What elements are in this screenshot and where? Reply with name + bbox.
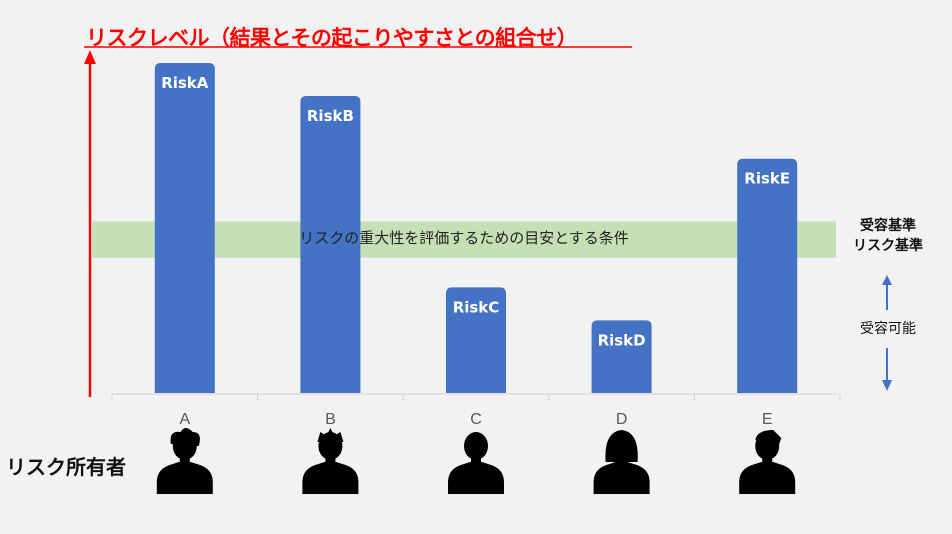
category-label: B: [325, 411, 336, 428]
person-side-part-icon: [739, 430, 796, 494]
bar-label: RiskD: [598, 331, 646, 349]
bar-label: RiskB: [307, 107, 354, 125]
category-label: D: [616, 411, 628, 428]
person-woman-icon: [593, 430, 650, 494]
criteria-label: 受容基準 リスク基準: [833, 215, 943, 255]
person-spiky-hair-icon: [302, 428, 359, 494]
criteria-line-2: リスク基準: [853, 238, 923, 254]
arrow-down-icon: [882, 380, 892, 391]
bar-label: RiskC: [453, 298, 500, 316]
chart-title: リスクレベル（結果とその起こりやすさとの組合せ）: [86, 26, 578, 50]
person-short-hair-icon: [448, 432, 504, 494]
category-label: C: [470, 411, 482, 428]
y-axis-arrowhead: [84, 50, 96, 64]
bar-label: RiskE: [744, 170, 790, 188]
category-label: E: [762, 411, 773, 428]
bar-label: RiskA: [161, 74, 209, 92]
bar-e: [737, 158, 798, 393]
category-label: A: [179, 411, 190, 428]
person-curly-hair-icon: [156, 428, 213, 494]
risk-bar-chart: RiskA RiskB RiskC RiskD RiskE A B C D E: [84, 46, 892, 494]
threshold-band-label: リスクの重大性を評価するための目安とする条件: [299, 229, 629, 247]
risk-owner-label: リスク所有者: [6, 455, 126, 479]
criteria-line-1: 受容基準: [860, 218, 916, 234]
acceptable-label: 受容可能: [860, 321, 916, 337]
arrow-up-icon: [882, 275, 892, 285]
